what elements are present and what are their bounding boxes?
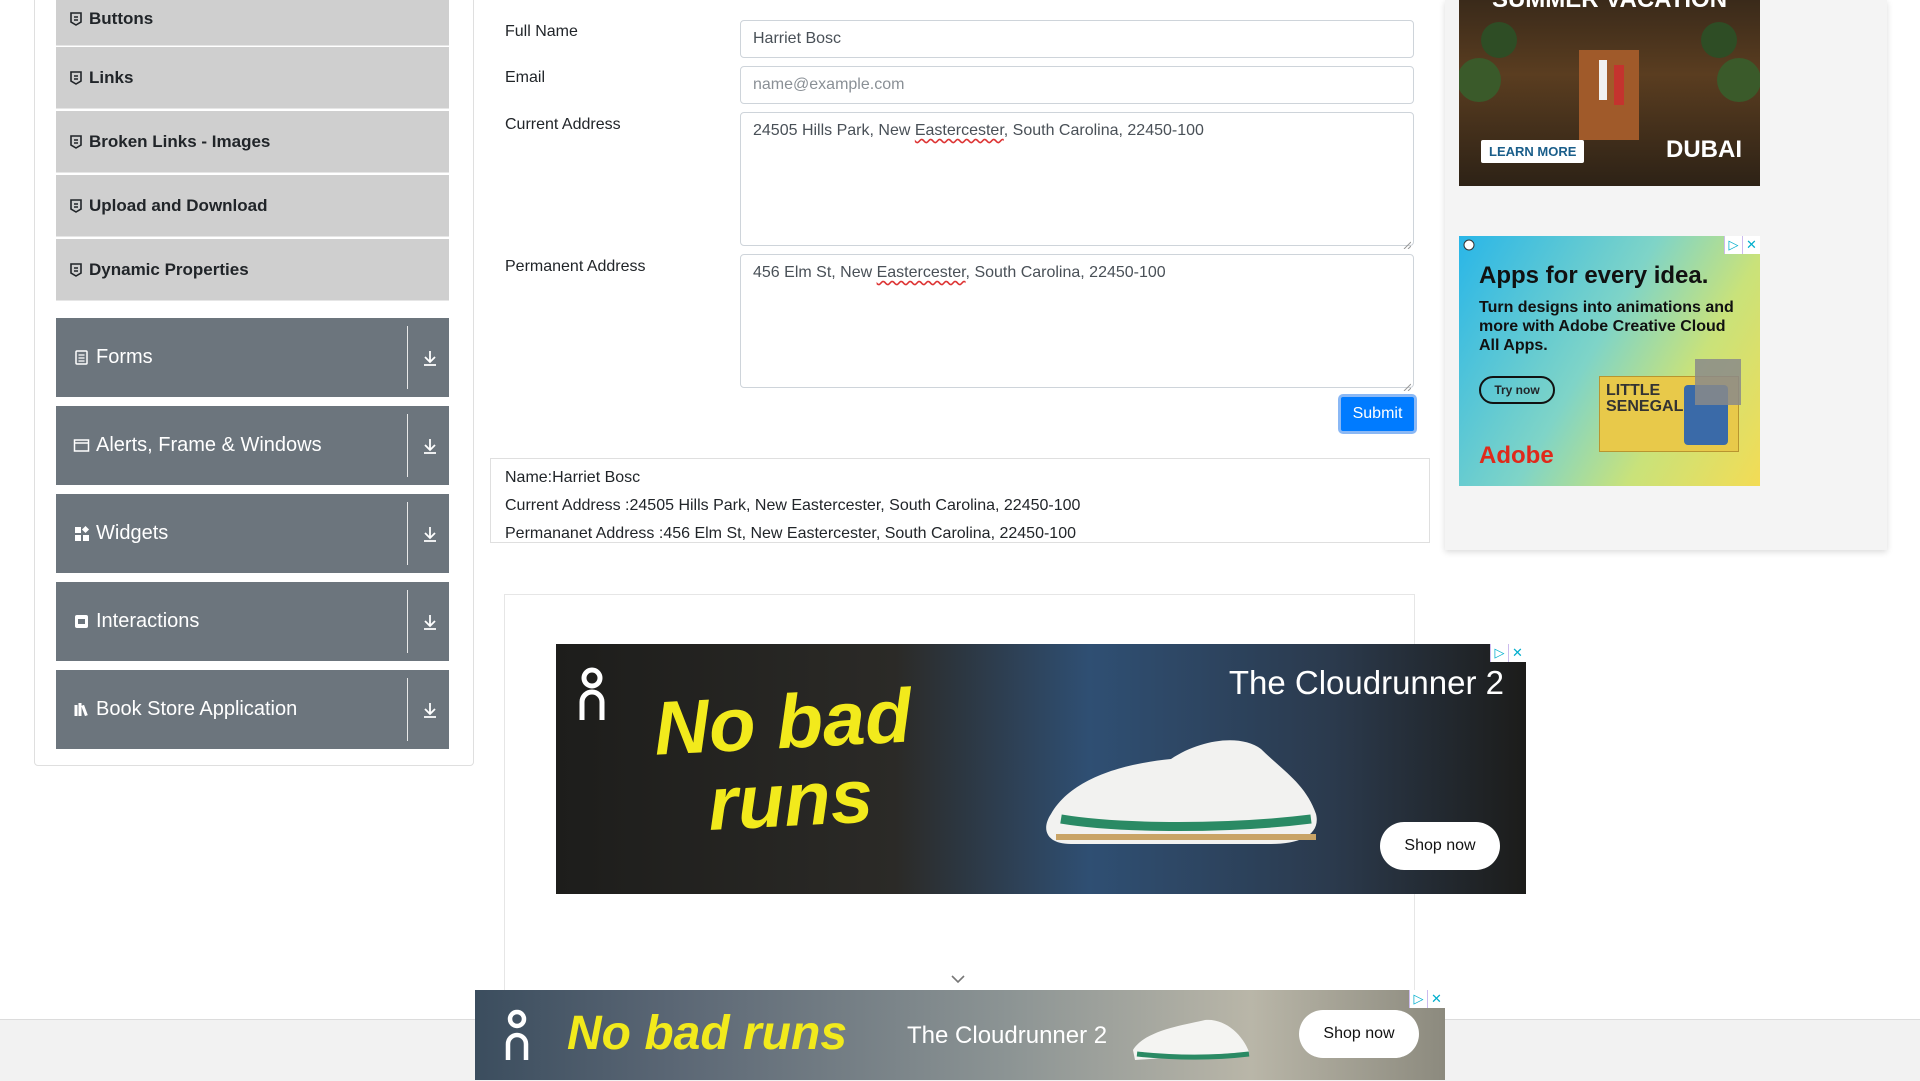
- bottom-sticky-ad[interactable]: No bad runs The Cloudrunner 2 Shop now ▷…: [475, 990, 1445, 1080]
- sidebar-item-label: Dynamic Properties: [89, 259, 249, 279]
- ad-product-name: The Cloudrunner 2: [907, 1022, 1108, 1049]
- ad-headline: No bad runs: [567, 1007, 848, 1060]
- permanent-address-label: Permanent Address: [505, 258, 646, 275]
- element-icon: [70, 134, 82, 149]
- download-icon[interactable]: [422, 524, 438, 544]
- output-name: Name:Harriet Bosc: [505, 469, 641, 486]
- address-text: , South Carolina, 22450-100: [965, 264, 1166, 281]
- divider: [407, 502, 408, 565]
- current-address-label: Current Address: [505, 116, 621, 133]
- output-current-address: Current Address :24505 Hills Park, New E…: [505, 497, 1081, 514]
- sidebar-item-buttons[interactable]: Buttons: [56, 0, 449, 46]
- sidebar-group-forms[interactable]: Forms: [56, 318, 449, 397]
- divider: [407, 590, 408, 653]
- learn-more-button[interactable]: LEARN MORE: [1481, 140, 1585, 163]
- sidebar-group-label: Widgets: [96, 522, 169, 544]
- overlay-square: [1695, 359, 1741, 405]
- sidebar-group-label: Forms: [96, 346, 153, 368]
- dubai-ad[interactable]: SUMMER VACATION LEARN MORE DUBAI: [1459, 0, 1760, 186]
- sidebar-item-broken-links[interactable]: Broken Links - Images: [56, 111, 449, 173]
- sidebar-group-interactions[interactable]: Interactions: [56, 582, 449, 661]
- adchoices-icon[interactable]: ▷: [1724, 236, 1742, 254]
- element-icon: [70, 70, 82, 85]
- current-address-textarea[interactable]: 24505 Hills Park, New Eastercester, Sout…: [740, 112, 1414, 250]
- sidebar-item-label: Upload and Download: [89, 195, 268, 215]
- adchoices-icon[interactable]: ▷: [1490, 644, 1508, 662]
- sidebar-item-upload-download[interactable]: Upload and Download: [56, 175, 449, 237]
- download-icon[interactable]: [422, 700, 438, 720]
- adchoices-icon[interactable]: ▷: [1409, 990, 1427, 1008]
- ad-headline: No bad runs: [651, 673, 917, 847]
- on-running-ad-banner[interactable]: No bad runs The Cloudrunner 2 Shop now ▷…: [556, 644, 1526, 894]
- spellcheck-word: Eastercester: [876, 264, 966, 281]
- sidebar-group-book-store[interactable]: Book Store Application: [56, 670, 449, 749]
- palm-scene: [1459, 20, 1760, 140]
- shop-now-button[interactable]: Shop now: [1380, 822, 1500, 870]
- element-icon: [70, 11, 82, 26]
- adchoices-badge[interactable]: ▷ ✕: [1724, 236, 1760, 254]
- adobe-logo: Adobe: [1479, 442, 1554, 469]
- adobe-ad[interactable]: Apps for every idea. Turn designs into a…: [1459, 236, 1760, 486]
- books-icon: [73, 701, 90, 718]
- on-logo: [505, 1008, 529, 1062]
- ad-headline: Apps for every idea.: [1479, 262, 1709, 289]
- sidebar-item-links[interactable]: Links: [56, 47, 449, 109]
- output-panel: Name:Harriet Bosc Current Address :24505…: [490, 458, 1430, 543]
- permanent-address-textarea[interactable]: 456 Elm St, New Eastercester, South Caro…: [740, 254, 1414, 392]
- sidebar-group-label: Interactions: [96, 610, 200, 632]
- interactions-icon: [73, 613, 90, 630]
- try-now-button[interactable]: Try now: [1479, 376, 1555, 404]
- sidebar-item-label: Buttons: [89, 8, 154, 28]
- divider: [407, 678, 408, 741]
- output-permanent-address: Permananet Address :456 Elm St, New East…: [505, 525, 1076, 542]
- full-name-input[interactable]: Harriet Bosc: [740, 20, 1414, 58]
- adchoices-badge[interactable]: ▷ ✕: [1409, 990, 1445, 1008]
- shoe-image: [1031, 719, 1331, 859]
- sidebar-item-dynamic-properties[interactable]: Dynamic Properties: [56, 239, 449, 301]
- spellcheck-word: Eastercester: [914, 122, 1004, 139]
- ad-top-text: SUMMER VACATION: [1459, 0, 1760, 14]
- form-icon: [73, 349, 90, 366]
- full-name-label: Full Name: [505, 23, 578, 40]
- address-text: 24505 Hills Park, New: [753, 122, 915, 139]
- widgets-icon: [73, 525, 90, 542]
- dubai-logo: DUBAI: [1666, 136, 1742, 163]
- download-icon[interactable]: [422, 348, 438, 368]
- on-logo: [578, 666, 606, 722]
- sidebar-item-label: Links: [89, 67, 134, 87]
- sidebar-group-label: Book Store Application: [96, 698, 298, 720]
- download-icon[interactable]: [422, 436, 438, 456]
- download-icon[interactable]: [422, 612, 438, 632]
- adchoices-badge[interactable]: ▷ ✕: [1490, 644, 1526, 662]
- resize-handle-icon[interactable]: [1403, 235, 1412, 250]
- ad-close-icon[interactable]: ✕: [1427, 990, 1445, 1008]
- sidebar-group-widgets[interactable]: Widgets: [56, 494, 449, 573]
- email-input[interactable]: name@example.com: [740, 66, 1414, 104]
- ad-headline-line: No bad: [651, 673, 914, 772]
- ad-close-icon[interactable]: ✕: [1742, 236, 1760, 254]
- sidebar-item-label: Broken Links - Images: [89, 131, 271, 151]
- shield-icon: [1463, 238, 1475, 251]
- shoe-image: [1125, 1010, 1255, 1070]
- address-text: , South Carolina, 22450-100: [1003, 122, 1204, 139]
- chevron-down-icon[interactable]: [950, 972, 966, 984]
- ad-body: Turn designs into animations and more wi…: [1479, 299, 1734, 354]
- element-icon: [70, 198, 82, 213]
- poster-title: LITTLE SENEGAL: [1606, 382, 1684, 415]
- ad-close-icon[interactable]: ✕: [1508, 644, 1526, 662]
- full-name-value: Harriet Bosc: [753, 30, 842, 47]
- sidebar-group-label: Alerts, Frame & Windows: [96, 434, 322, 456]
- element-icon: [70, 262, 82, 277]
- email-label: Email: [505, 69, 546, 86]
- email-placeholder: name@example.com: [753, 76, 905, 93]
- submit-button[interactable]: Submit: [1338, 394, 1417, 434]
- address-text: 456 Elm St, New: [753, 264, 877, 281]
- sidebar-group-alerts[interactable]: Alerts, Frame & Windows: [56, 406, 449, 485]
- shop-now-button[interactable]: Shop now: [1299, 1010, 1419, 1058]
- resize-handle-icon[interactable]: [1403, 377, 1412, 392]
- ad-product-name: The Cloudrunner 2: [1228, 664, 1504, 701]
- divider: [407, 326, 408, 389]
- divider: [407, 414, 408, 477]
- window-icon: [73, 437, 90, 454]
